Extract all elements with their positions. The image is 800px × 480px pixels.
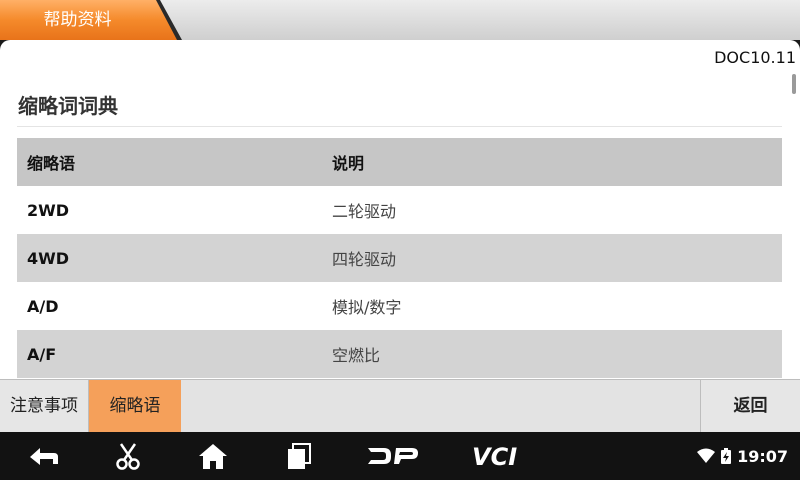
back-button[interactable]: 返回 — [700, 380, 800, 432]
column-header-abbreviation: 缩略语 — [17, 138, 332, 186]
scrollbar-thumb[interactable] — [792, 74, 796, 94]
status-area: 19:07 — [697, 432, 788, 480]
scissors-icon[interactable] — [112, 440, 144, 472]
table-row: A/F 空燃比 — [17, 330, 782, 378]
home-icon[interactable] — [197, 440, 229, 472]
row-abbreviation: 2WD — [17, 186, 332, 234]
battery-charging-icon — [721, 448, 732, 464]
app-window: 帮助资料 DOC10.11 缩略词词典 缩略语 说明 2WD 二轮驱动 4WD — [0, 0, 800, 480]
row-abbreviation: 4WD — [17, 234, 332, 282]
bottom-tab-bar: 注意事项 缩略语 返回 — [0, 379, 800, 432]
recent-apps-icon[interactable] — [284, 440, 314, 472]
vci-logo-icon[interactable]: VCI — [470, 440, 526, 472]
row-description: 二轮驱动 — [332, 186, 782, 234]
row-description: 模拟/数字 — [332, 282, 782, 330]
back-arrow-icon[interactable] — [24, 440, 62, 472]
content-panel[interactable]: DOC10.11 缩略词词典 缩略语 说明 2WD 二轮驱动 4WD 四轮驱动 — [0, 40, 800, 379]
title-divider — [17, 126, 782, 127]
row-abbreviation: A/F — [17, 330, 332, 378]
table-header-row: 缩略语 说明 — [17, 138, 782, 186]
svg-text:VCI: VCI — [472, 443, 517, 471]
row-description: 四轮驱动 — [332, 234, 782, 282]
table-row: A/D 模拟/数字 — [17, 282, 782, 330]
table-row: 4WD 四轮驱动 — [17, 234, 782, 282]
table-row: 2WD 二轮驱动 — [17, 186, 782, 234]
row-description: 空燃比 — [332, 330, 782, 378]
wifi-icon — [697, 448, 716, 463]
abbreviation-table: 缩略语 说明 2WD 二轮驱动 4WD 四轮驱动 A/D 模拟/数字 A/F 空… — [17, 138, 782, 378]
tab-abbreviations[interactable]: 缩略语 — [89, 380, 181, 432]
column-header-description: 说明 — [332, 138, 782, 186]
window-title: 帮助资料 — [43, 10, 112, 30]
status-clock: 19:07 — [737, 446, 788, 466]
tab-notes[interactable]: 注意事项 — [0, 380, 89, 432]
title-tab: 帮助资料 — [0, 0, 182, 40]
document-id: DOC10.11 — [714, 48, 796, 67]
system-nav-bar: VCI 19:07 — [0, 432, 800, 480]
section-title: 缩略词词典 — [18, 94, 118, 118]
title-bar: 帮助资料 — [0, 0, 800, 40]
row-abbreviation: A/D — [17, 282, 332, 330]
dp-logo-icon[interactable] — [365, 440, 421, 472]
